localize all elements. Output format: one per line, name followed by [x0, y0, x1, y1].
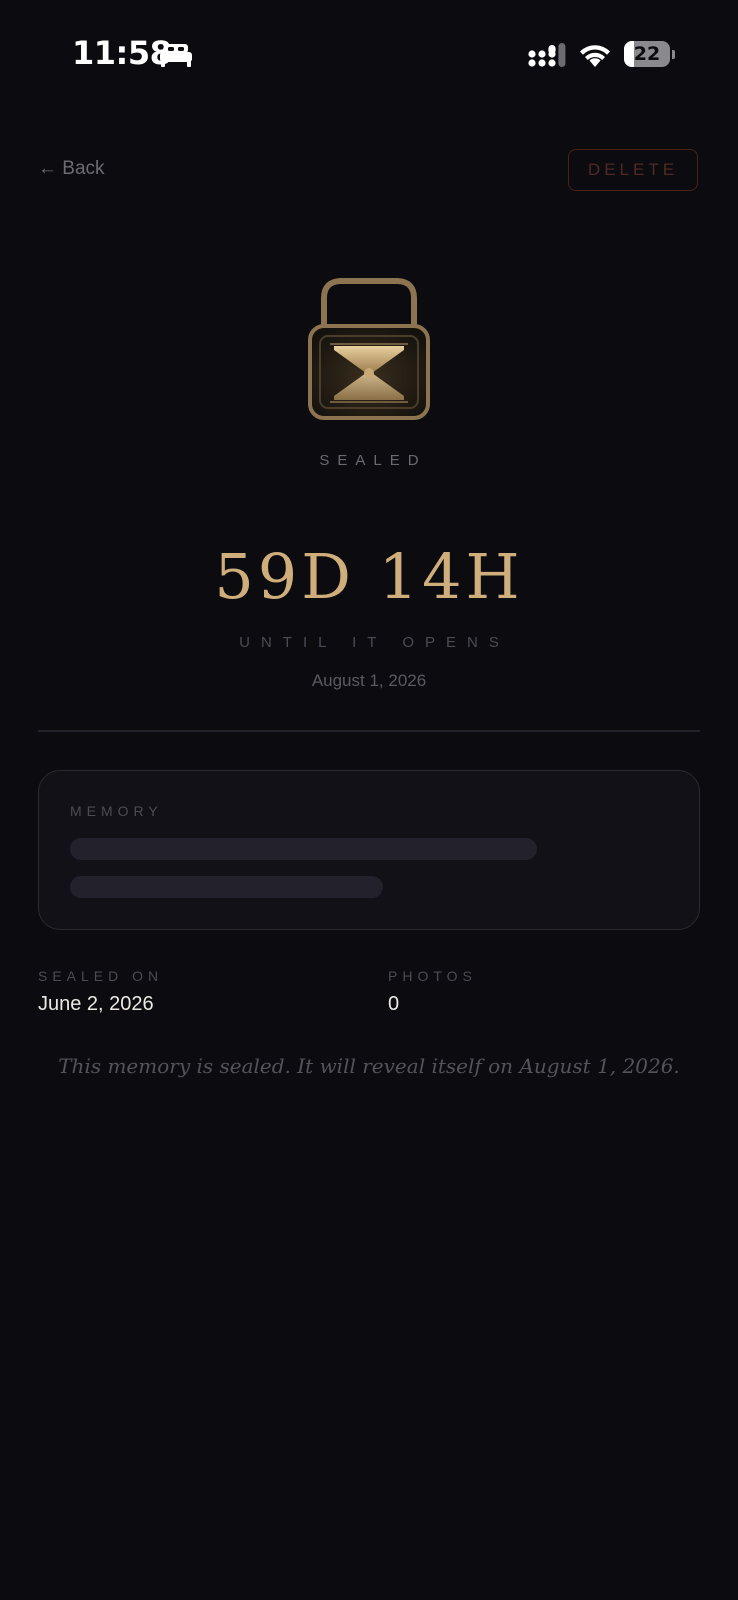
photos-count: 0 [388, 993, 400, 1015]
photos-label: PHOTOS [388, 968, 477, 984]
sealed-on-block: SEALED ON June 2, 2026 [38, 968, 163, 1016]
memory-placeholder-line [70, 838, 537, 860]
photos-block: PHOTOS 0 [388, 968, 477, 1016]
sealed-on-label: SEALED ON [38, 968, 164, 984]
divider [38, 730, 700, 732]
battery-icon: 22 [624, 41, 676, 69]
back-button[interactable]: ← Back [38, 158, 105, 180]
until-opens-label: UNTIL IT OPENS [239, 634, 510, 651]
status-bar: 11:58 22 [0, 0, 738, 110]
memory-card: MEMORY [38, 770, 700, 930]
wifi-icon [580, 45, 610, 67]
memory-label: MEMORY [70, 803, 163, 819]
sealed-on-value: June 2, 2026 [38, 993, 154, 1015]
sealed-note: This memory is sealed. It will reveal it… [58, 1054, 680, 1078]
bed-icon [160, 44, 192, 67]
countdown-timer: 59D 14H [214, 540, 524, 613]
lock-hourglass-icon [308, 278, 430, 420]
battery-level: 22 [633, 43, 661, 65]
open-date: August 1, 2026 [311, 671, 427, 690]
memory-placeholder-line [70, 876, 383, 898]
sealed-status-label: SEALED [319, 452, 427, 469]
delete-button[interactable]: DELETE [568, 149, 698, 191]
status-time: 11:58 [72, 34, 172, 72]
cellular-signal-icon [528, 43, 566, 67]
battery-tip [672, 50, 675, 59]
